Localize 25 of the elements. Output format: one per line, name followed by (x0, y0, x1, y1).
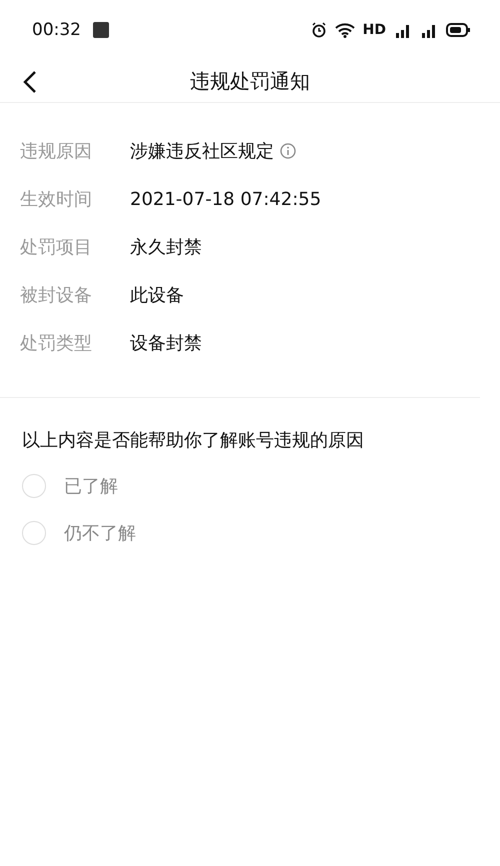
battery-icon (446, 23, 470, 37)
option-label[interactable]: 已了解 (64, 474, 118, 498)
detail-value: 设备封禁 (130, 332, 202, 355)
detail-value: 此设备 (130, 284, 184, 307)
info-icon[interactable] (280, 143, 296, 159)
detail-value: 永久封禁 (130, 236, 202, 259)
detail-value: 2021-07-18 07:42:55 (130, 188, 322, 210)
detail-value: 涉嫌违反社区规定 (130, 140, 274, 163)
clock-time: 00:32 (32, 20, 81, 40)
option-label[interactable]: 仍不了解 (64, 520, 136, 544)
signal-icon (420, 22, 438, 38)
alarm-icon (310, 22, 327, 38)
detail-label: 处罚项目 (20, 236, 93, 259)
signal-icon (394, 22, 412, 38)
radio-button[interactable] (22, 474, 46, 498)
detail-label: 违规原因 (20, 140, 93, 163)
network-label: HD (362, 22, 386, 38)
radio-button[interactable] (22, 520, 46, 544)
survey-question: 以上内容是否能帮助你了解账号违规的原因 (22, 429, 365, 452)
detail-label: 被封设备 (20, 284, 93, 307)
wifi-icon (334, 22, 355, 38)
page-title: 违规处罚通知 (190, 68, 310, 94)
app-icon (93, 22, 109, 38)
detail-label: 处罚类型 (20, 332, 93, 355)
detail-label: 生效时间 (20, 188, 93, 211)
